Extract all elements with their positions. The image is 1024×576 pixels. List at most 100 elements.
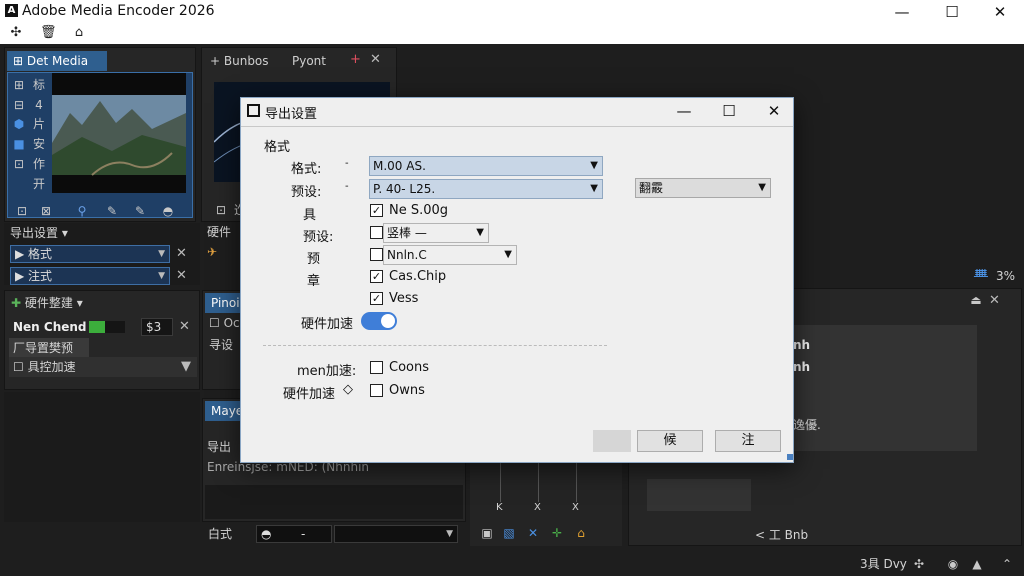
close-icon[interactable]: ✕ (179, 319, 190, 334)
target-icon[interactable]: ◉ (946, 557, 960, 571)
layers-icon[interactable]: ▧ (502, 526, 516, 540)
frame-icon[interactable]: ⊡ (15, 204, 29, 218)
pencil-icon[interactable]: ✎ (105, 204, 119, 218)
app-logo: A (5, 4, 18, 17)
style-select[interactable]: ▶ 注式 ▼ (10, 267, 170, 285)
men-checkbox[interactable] (370, 361, 383, 374)
dropdown-caret-icon[interactable]: ▼ (181, 359, 191, 374)
export-settings-rows: 导出设置 ▾ ▶ 格式 ▼ ✕ ▶ 注式 ▼ ✕ (4, 223, 200, 285)
hardware-accel-toggle[interactable] (361, 312, 397, 330)
triangle-icon[interactable]: ▲ (970, 557, 984, 571)
sub-row[interactable]: ☐ Oc (209, 313, 240, 333)
stats-icon[interactable]: ᚙ (974, 266, 988, 286)
disabled-button[interactable] (593, 430, 631, 452)
cross-icon[interactable]: ✕ (526, 526, 540, 540)
chevron-down-icon: ▼ (758, 182, 766, 193)
timeline-line (538, 462, 539, 502)
subsection-header[interactable]: 厂导置樊预 (9, 338, 89, 358)
option-checkbox[interactable]: ✓ (370, 204, 383, 217)
format-marker: - (345, 158, 349, 169)
output-field[interactable] (205, 485, 463, 519)
format-label: 格式: (291, 162, 322, 177)
option-label: 预 (307, 252, 321, 267)
bottom-toggle[interactable]: ◓ - (256, 525, 332, 543)
info-box: nh nh 逸優. (793, 325, 977, 451)
section-header[interactable]: ✚ 硬件整建 ▾ (11, 293, 83, 313)
dialog-maximize-button[interactable]: ☐ (714, 101, 744, 121)
tab-media[interactable]: ⊞ Det Media (7, 51, 107, 71)
secondary-select[interactable]: 翻霰 ▼ (635, 178, 771, 198)
export-settings-dialog: 导出设置 — ☐ ✕ 格式 格式: - M.00 AS. ▼ 预设: - P. 4… (240, 97, 794, 463)
frame-icon[interactable]: ⊡ (214, 203, 228, 217)
chevron-down-icon: ▼ (158, 249, 165, 259)
option-select-value: Nnln.C (387, 248, 427, 262)
option-checkbox[interactable] (370, 226, 383, 239)
brush-icon[interactable]: ✎ (133, 204, 147, 218)
empty-panel (4, 392, 200, 522)
hw-label: 硬件加速 (283, 387, 336, 402)
hw-checkbox[interactable] (370, 384, 383, 397)
toggle-label: 硬件加速 (301, 317, 354, 332)
name-value[interactable]: $3 (141, 318, 173, 336)
add-tab-icon[interactable]: + (350, 52, 361, 67)
option-checkbox[interactable]: ✓ (370, 292, 383, 305)
resize-grip-icon[interactable] (787, 454, 793, 460)
close-button[interactable]: ✕ (985, 2, 1015, 22)
option-checkbox[interactable] (370, 248, 383, 261)
media-icon[interactable]: ▣ (480, 526, 494, 540)
diamond-icon: ◇ (343, 382, 353, 397)
tab-bunbos[interactable]: + Bunbos (204, 51, 275, 71)
arrow-icon[interactable]: ✈ (207, 242, 217, 262)
minimize-button[interactable]: — (887, 2, 917, 22)
remove-style-icon[interactable]: ✕ (176, 268, 187, 283)
info-item: nh (793, 360, 811, 374)
option-label: 章 (307, 274, 321, 289)
media-tab-label: Det Media (26, 54, 89, 68)
timeline-line (500, 462, 501, 502)
bottom-label: 白式 (208, 527, 233, 541)
dialog-close-button[interactable]: ✕ (759, 101, 789, 121)
remove-format-icon[interactable]: ✕ (176, 246, 187, 261)
search-icon[interactable]: ⚲ (75, 204, 89, 218)
dialog-minimize-button[interactable]: — (669, 101, 699, 121)
toggle-icon[interactable]: ◓ (161, 204, 175, 218)
eject-icon[interactable]: ⏏ (969, 293, 983, 307)
media-thumbnail[interactable] (52, 73, 186, 193)
trash-icon[interactable]: 🗑 (40, 25, 57, 41)
option-select[interactable]: Nnln.C ▼ (383, 245, 517, 265)
export-settings-header[interactable]: 导出设置 ▾ (10, 223, 68, 243)
info-item: 逸優. (793, 418, 821, 432)
plus-icon[interactable]: ✛ (550, 526, 564, 540)
chevron-down-icon: ▼ (446, 529, 453, 539)
option-checkbox[interactable]: ✓ (370, 270, 383, 283)
chevron-down-icon: ▼ (158, 271, 165, 281)
media-selection[interactable]: ⊞ 标 ⊟ 4 ⬢ 片 ■ 安 ⊡ 作 开 (7, 72, 193, 218)
option-label: 预设: (303, 230, 334, 245)
chevron-down-icon: ▼ (476, 227, 484, 238)
preset-select[interactable]: P. 40- L25. ▼ (369, 179, 603, 199)
crosshair-icon[interactable]: ✣ (8, 25, 24, 41)
format-select[interactable]: M.00 AS. ▼ (369, 156, 603, 176)
expand-icon[interactable]: ⌃ (1000, 557, 1014, 571)
side-label: 4 (35, 98, 43, 112)
home-icon[interactable]: ⌂ (71, 25, 87, 41)
cancel-button[interactable]: 候 (637, 430, 703, 452)
option-text: Ne S.00g (389, 203, 449, 218)
secondary-select-value: 翻霰 (639, 181, 664, 195)
bin-icon[interactable]: ⊠ (39, 204, 53, 218)
option-select[interactable]: 竖棒 — ▼ (383, 223, 489, 243)
thumbnail-slot[interactable] (647, 479, 751, 511)
maximize-button[interactable]: ☐ (937, 2, 967, 22)
close-tab-icon[interactable]: ✕ (370, 52, 381, 67)
home-icon[interactable]: ⌂ (574, 526, 588, 540)
format-select[interactable]: ▶ 格式 ▼ (10, 245, 170, 263)
ok-button[interactable]: 注 (715, 430, 781, 452)
tab-pyont[interactable]: Pyont (286, 51, 332, 71)
dialog-title: 导出设置 (265, 107, 318, 122)
footer-label[interactable]: < 工 Bnb (755, 525, 808, 545)
preset-label: 预设: (291, 185, 322, 200)
close-icon[interactable]: ✕ (989, 293, 1000, 308)
checkbox-row[interactable]: ☐ 具控加速 ▼ (9, 357, 197, 377)
fx-icon[interactable]: ✣ (912, 557, 926, 571)
bottom-dropdown[interactable]: ▼ (334, 525, 458, 543)
